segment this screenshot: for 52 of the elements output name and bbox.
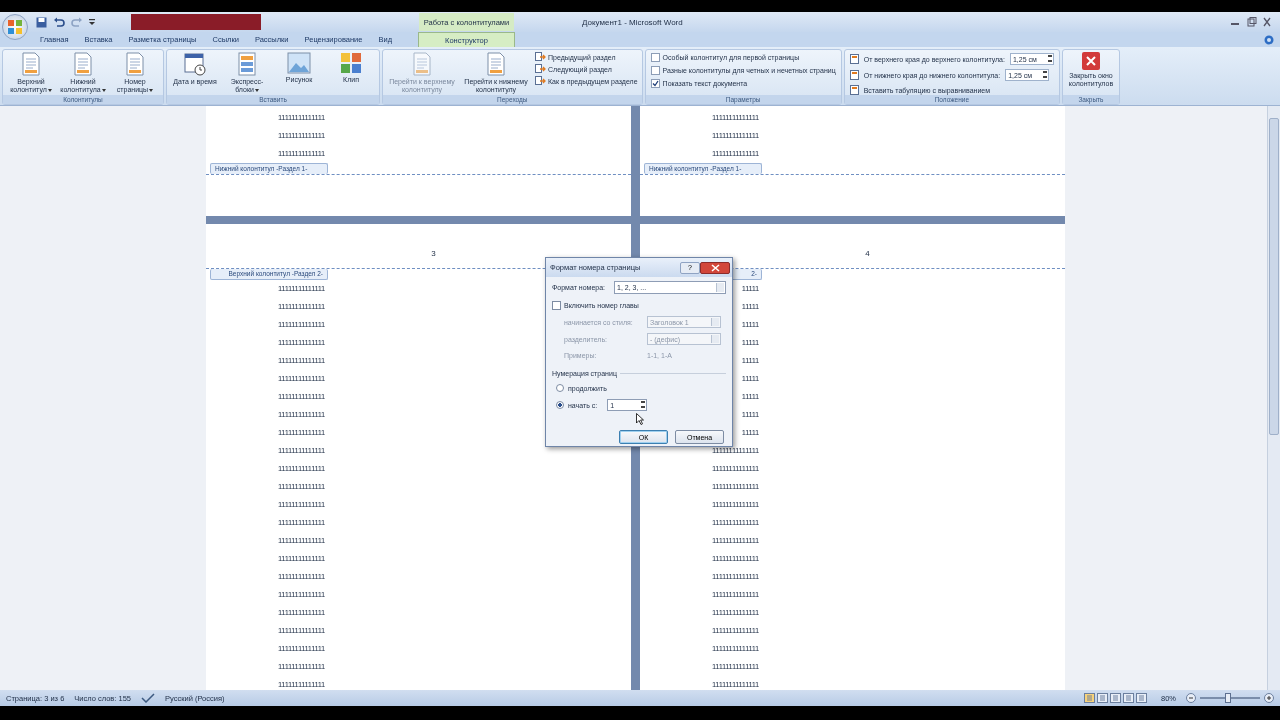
page-icon [74, 52, 92, 76]
close-icon [710, 263, 720, 272]
page-icon [126, 52, 144, 76]
checkbox[interactable] [650, 79, 660, 88]
redo-icon[interactable] [71, 16, 83, 28]
radio-button[interactable] [556, 401, 564, 409]
section-arrow-icon [535, 64, 546, 74]
calendar-icon [184, 52, 206, 76]
page-icon [487, 52, 505, 76]
page-number: 3 [431, 249, 436, 258]
image-icon [287, 52, 311, 74]
save-icon[interactable] [36, 16, 47, 28]
margin-icon [849, 54, 861, 64]
margin-icon [849, 85, 861, 95]
checkbox[interactable] [650, 66, 660, 75]
customize-icon[interactable] [89, 18, 95, 26]
zoom-out-icon[interactable] [1186, 693, 1196, 703]
document-blocks-icon [238, 52, 256, 76]
spin-arrows-icon [1043, 71, 1048, 78]
caret-icon [101, 88, 106, 92]
checkbox[interactable] [650, 53, 660, 62]
shapes-icon [340, 52, 362, 74]
section-arrow-icon [535, 52, 546, 62]
window-title: Документ1 - Microsoft Word [582, 17, 683, 27]
mouse-cursor-icon [636, 413, 644, 425]
caret-icon [47, 88, 52, 92]
spin-arrows-icon [641, 401, 646, 408]
close-icon [1081, 52, 1100, 70]
zoom-in-icon[interactable] [1264, 693, 1274, 703]
page-icon [22, 52, 40, 76]
view-mode-icon[interactable] [1136, 693, 1147, 703]
help-icon[interactable] [1264, 34, 1274, 45]
view-mode-icon[interactable] [1084, 693, 1095, 703]
caret-icon [254, 88, 259, 92]
radio-button[interactable] [556, 384, 564, 392]
four-squares-icon [6, 18, 24, 36]
close-button[interactable] [700, 261, 730, 274]
checkbox[interactable] [552, 300, 561, 310]
view-mode-icon[interactable] [1123, 693, 1134, 703]
page-number: 4 [865, 249, 870, 258]
margin-icon [849, 70, 861, 80]
undo-icon[interactable] [53, 16, 65, 28]
view-mode-icon[interactable] [1097, 693, 1108, 703]
vertical-scrollbar[interactable] [1267, 106, 1280, 690]
spin-arrows-icon [1047, 55, 1052, 62]
restore-icon[interactable] [1244, 17, 1258, 27]
caret-icon [149, 88, 154, 92]
section-arrow-icon [535, 76, 546, 86]
office-button[interactable] [2, 14, 28, 40]
view-mode-icon[interactable] [1110, 693, 1121, 703]
spelling-check-icon[interactable] [141, 693, 155, 703]
page-icon [413, 52, 431, 76]
